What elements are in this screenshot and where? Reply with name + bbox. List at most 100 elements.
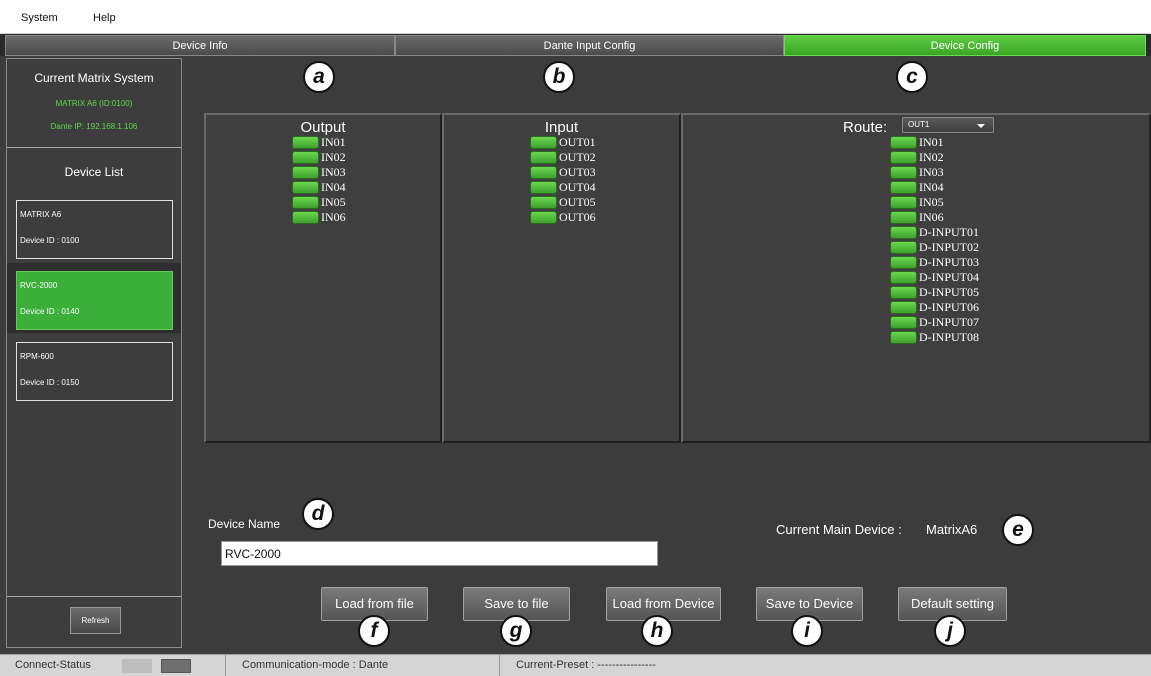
channel-led-icon[interactable] [292,211,319,224]
route-header: Route: OUT1 [843,117,1003,137]
matrix-system-name: MATRIX A6 (ID:0100) [55,99,133,108]
menu-help[interactable]: Help [93,12,116,24]
channel-label: IN05 [919,195,944,209]
sidebar-divider [7,147,181,148]
channel-label: IN04 [919,180,944,194]
sidebar: Current Matrix System MATRIX A6 (ID:0100… [6,58,182,648]
channel-led-icon[interactable] [890,196,917,209]
device-card-rvc-2000[interactable]: RVC-2000 Device ID : 0140 [16,271,173,330]
device-name: RPM-600 [20,352,54,361]
communication-mode: Communication-mode : Dante [242,659,389,671]
current-main-device-label: Current Main Device : [776,522,902,537]
current-main-device-value: MatrixA6 [926,522,978,537]
channel-led-icon[interactable] [292,166,319,179]
callout-h: h [641,615,673,647]
channel-label: IN06 [321,210,346,224]
channel-label: D-INPUT04 [919,270,979,284]
callout-j: j [934,615,966,647]
device-name: RVC-2000 [20,281,58,290]
channel-led-icon[interactable] [890,331,917,344]
device-name-input[interactable] [221,541,658,566]
input-panel-title: Input [544,119,579,136]
channel-label: OUT03 [559,165,596,179]
channel-led-icon[interactable] [530,151,557,164]
channel-led-icon[interactable] [530,211,557,224]
channel-led-icon[interactable] [890,241,917,254]
communication-mode-section: Communication-mode : Dante [226,655,500,676]
matrix-system-title: Current Matrix System [34,71,154,85]
channel-label: IN03 [919,165,944,179]
channel-label: D-INPUT02 [919,240,979,254]
channel-led-icon[interactable] [890,136,917,149]
menu-bar: System Help [0,0,1151,34]
channel-led-icon[interactable] [292,151,319,164]
channel-led-icon[interactable] [530,196,557,209]
channel-label: IN06 [919,210,944,224]
channel-led-icon[interactable] [890,316,917,329]
channel-label: D-INPUT08 [919,330,979,344]
callout-d: d [302,498,334,530]
channel-led-icon[interactable] [890,211,917,224]
output-panel-title: Output [300,119,346,136]
channel-led-icon[interactable] [292,181,319,194]
channel-led-icon[interactable] [292,136,319,149]
channel-led-icon[interactable] [890,256,917,269]
channel-label: D-INPUT05 [919,285,979,299]
input-panel: Input OUT01 OUT02 OUT03 OUT04 OUT05 OUT0… [442,113,681,443]
callout-g: g [500,615,532,647]
chevron-down-icon [977,124,985,128]
device-card-rpm-600[interactable]: RPM-600 Device ID : 0150 [16,342,173,401]
channel-led-icon[interactable] [890,226,917,239]
device-name-label: Device Name [208,517,281,531]
connect-status-label: Connect-Status [15,659,91,671]
status-indicator-tx [161,659,191,673]
channel-led-icon[interactable] [890,166,917,179]
channel-led-icon[interactable] [890,286,917,299]
refresh-button[interactable]: Refresh [70,607,121,634]
status-bar: Connect-Status Communication-mode : Dant… [0,654,1151,676]
output-panel: Output IN01 IN02 IN03 IN04 IN05 IN06 [204,113,442,443]
channel-led-icon[interactable] [890,301,917,314]
menu-system[interactable]: System [21,12,58,24]
route-title: Route: [843,119,888,136]
channel-label: IN02 [321,150,346,164]
route-selected-value: OUT1 [908,120,930,129]
channel-label: D-INPUT03 [919,255,979,269]
current-preset-section: Current-Preset : ---------------- [500,655,1151,676]
channel-label: OUT02 [559,150,596,164]
callout-e: e [1002,514,1034,546]
channel-led-icon[interactable] [292,196,319,209]
callout-c: c [896,61,928,93]
channel-led-icon[interactable] [890,181,917,194]
channel-led-icon[interactable] [890,151,917,164]
channel-label: IN01 [919,135,944,149]
channel-led-icon[interactable] [530,136,557,149]
callout-i: i [791,615,823,647]
connect-status-section: Connect-Status [0,655,226,676]
channel-label: OUT05 [559,195,596,209]
route-output-select[interactable]: OUT1 [902,117,994,133]
device-id: Device ID : 0140 [20,307,80,316]
tab-dante-input-config[interactable]: Dante Input Config [395,35,784,56]
device-card-matrix-a6[interactable]: MATRIX A6 Device ID : 0100 [16,200,173,259]
sidebar-divider [7,596,181,597]
dante-ip: Dante IP: 192.168.1.106 [50,122,138,131]
channel-label: IN01 [321,135,346,149]
channel-label: IN04 [321,180,346,194]
channel-led-icon[interactable] [530,166,557,179]
channel-led-icon[interactable] [530,181,557,194]
app-window: System Help Device Info Dante Input Conf… [0,0,1151,676]
channel-label: IN02 [919,150,944,164]
channel-label: OUT01 [559,135,596,149]
callout-f: f [358,615,390,647]
device-id: Device ID : 0100 [20,236,80,245]
channel-label: D-INPUT06 [919,300,979,314]
tab-device-config[interactable]: Device Config [784,35,1146,56]
channel-led-icon[interactable] [890,271,917,284]
route-panel: Route: OUT1 IN01 IN02 IN03 IN04 IN05 IN0… [681,113,1151,443]
status-indicator-rx [122,659,152,673]
tab-device-info[interactable]: Device Info [5,35,395,56]
device-name: MATRIX A6 [20,210,62,219]
tab-bar: Device Info Dante Input Config Device Co… [0,34,1151,56]
device-list-title: Device List [64,165,124,179]
